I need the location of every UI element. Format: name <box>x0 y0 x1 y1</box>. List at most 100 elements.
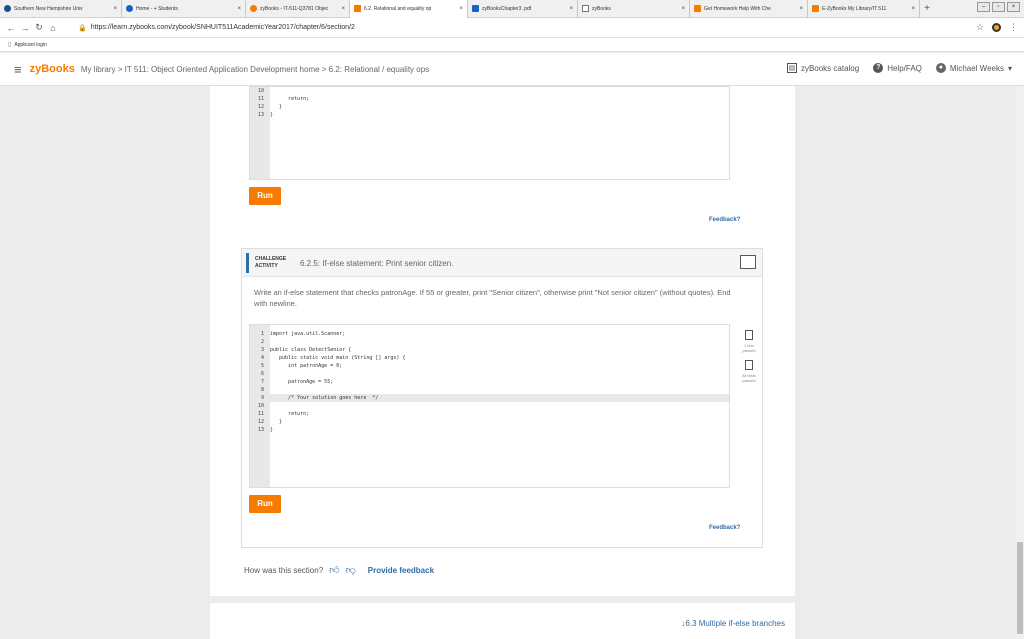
code-text: public class DetectSenior { <box>270 347 352 353</box>
close-icon[interactable]: × <box>337 6 345 12</box>
feedback-link-previous[interactable]: Feedback? <box>709 217 740 223</box>
code-line[interactable]: 7 patronAge = 55; <box>250 378 729 386</box>
code-text: int patronAge = 0; <box>270 363 343 369</box>
breadcrumb[interactable]: My library > IT 511: Object Oriented App… <box>81 65 429 74</box>
code-text: } <box>270 112 274 118</box>
tab-home-students[interactable]: Home - + Students × <box>122 0 246 18</box>
line-number: 3 <box>260 347 264 353</box>
close-icon[interactable]: × <box>455 6 463 12</box>
catalog-icon: ▤ <box>786 63 797 73</box>
bookmark-applicant-login[interactable]: Applicant login <box>14 42 47 48</box>
tab-chapter-pdf[interactable]: zyBooksChapter3 .pdf × <box>468 0 578 18</box>
zybooks-logo[interactable]: zyBooks <box>30 63 75 75</box>
code-text: return; <box>270 411 310 417</box>
code-line[interactable]: 10 <box>250 87 729 95</box>
home-icon[interactable]: ⌂ <box>46 23 60 33</box>
code-line[interactable]: 12 } <box>250 418 729 426</box>
tab-my-library[interactable]: E-ZyBooks My Library/IT 511 × <box>808 0 920 18</box>
chegg-icon <box>812 5 819 12</box>
line-number: 13 <box>257 112 264 118</box>
next-section-link[interactable]: ↓6.3 Multiple if-else branches <box>681 619 785 628</box>
bookmarks-bar: ▯ Applicant login <box>0 38 1024 52</box>
close-icon[interactable]: × <box>795 6 803 12</box>
user-icon: ● <box>935 63 946 73</box>
code-line[interactable]: 13} <box>250 111 729 119</box>
code-line[interactable]: 1 import java.util.Scanner; <box>250 330 729 338</box>
code-editor-previous[interactable]: 10 11 return; 12 } 13} <box>249 86 730 180</box>
provide-feedback-link[interactable]: Provide feedback <box>368 566 434 575</box>
user-menu[interactable]: ● Michael Weeks ▾ <box>935 63 1012 73</box>
code-line[interactable]: 11 return; <box>250 95 729 103</box>
code-text: } <box>270 427 274 433</box>
scrollbar-thumb[interactable] <box>1017 542 1023 634</box>
code-line[interactable]: 4 public static void main (String [] arg… <box>250 354 729 362</box>
close-icon[interactable]: × <box>907 6 915 12</box>
zybooks-icon <box>250 5 257 12</box>
run-button-previous[interactable]: Run <box>249 187 281 205</box>
tab-label: E-ZyBooks My Library/IT 511 <box>822 5 887 12</box>
code-line[interactable]: 3 public class DetectSenior { <box>250 346 729 354</box>
code-text: } <box>270 419 283 425</box>
back-arrow-icon[interactable]: ← <box>4 23 18 33</box>
forward-arrow-icon[interactable]: → <box>18 23 32 33</box>
close-icon[interactable]: × <box>565 6 573 12</box>
thumbs-down-icon[interactable]: 👎︎ <box>346 564 356 576</box>
new-tab-button[interactable]: + <box>920 3 934 14</box>
browser-tab-bar: Southern New Hampshire Univ × Home - + S… <box>0 0 1024 18</box>
user-name: Michael Weeks <box>949 63 1004 73</box>
run-button[interactable]: Run <box>249 495 281 513</box>
code-line[interactable]: 2 <box>250 338 729 346</box>
document-icon: ▯ <box>8 42 12 48</box>
line-number: 10 <box>257 403 264 409</box>
tab-chegg[interactable]: Get Homework Help With Che × <box>690 0 808 18</box>
minimize-icon[interactable]: – <box>977 2 990 12</box>
close-icon[interactable]: × <box>109 6 117 12</box>
code-text: return; <box>270 96 310 102</box>
thumbs-up-icon[interactable]: 👍︎ <box>329 564 339 576</box>
hamburger-menu-icon[interactable]: ≡ <box>14 62 22 77</box>
code-line[interactable]: 5 int patronAge = 0; <box>250 362 729 370</box>
test-checkbox-icon <box>745 330 753 340</box>
code-text: patronAge = 55; <box>270 379 334 385</box>
feedback-link[interactable]: Feedback? <box>709 525 740 531</box>
line-number: 5 <box>260 363 264 369</box>
tab-snhu[interactable]: Southern New Hampshire Univ × <box>0 0 122 18</box>
reload-icon[interactable]: ↻ <box>32 22 46 33</box>
code-line[interactable]: 11 return; <box>250 410 729 418</box>
bookmark-icon[interactable] <box>740 255 756 269</box>
star-icon[interactable]: ☆ <box>976 22 984 33</box>
menu-dots-icon[interactable]: ⋮ <box>1009 22 1018 33</box>
catalog-link[interactable]: ▤ zyBooks catalog <box>786 63 860 73</box>
url-field[interactable]: https://learn.zybooks.com/zybook/SNHUIT5… <box>91 24 355 31</box>
code-line[interactable]: 6 <box>250 370 729 378</box>
chegg-icon <box>694 5 701 12</box>
line-number: 4 <box>260 355 264 361</box>
restore-icon[interactable]: ▫ <box>992 2 1005 12</box>
code-editor-challenge[interactable]: 1 import java.util.Scanner; 2 3 public class… <box>249 324 730 488</box>
extension-icon[interactable] <box>992 23 1001 32</box>
code-line[interactable]: 12 } <box>250 103 729 111</box>
help-link[interactable]: ? Help/FAQ <box>873 63 922 73</box>
close-window-icon[interactable]: × <box>1007 2 1020 12</box>
test-checkbox-icon <box>745 360 753 370</box>
caret-down-icon: ▾ <box>1007 63 1012 73</box>
tab-relational-ops[interactable]: 6.2. Relational and equality op × <box>350 0 468 18</box>
test-status-label: 1 test passed <box>742 343 756 353</box>
line-number: 7 <box>260 379 264 385</box>
test-status-1: 1 test passed <box>740 330 758 353</box>
challenge-tag: CHALLENGE ACTIVITY <box>246 253 286 273</box>
challenge-title: 6.2.5: If-else statement: Print senior c… <box>300 259 454 268</box>
tab-zybooks[interactable]: zyBooks × <box>578 0 690 18</box>
code-line[interactable]: 10 <box>250 402 729 410</box>
code-line[interactable]: 8 <box>250 386 729 394</box>
close-icon[interactable]: × <box>233 6 241 12</box>
tab-zybooks-course[interactable]: zyBooks - IT-511-Q3781 Objec × <box>246 0 350 18</box>
catalog-label: zyBooks catalog <box>800 63 860 73</box>
pdf-icon <box>472 5 479 12</box>
code-text: public static void main (String [] args)… <box>270 355 406 361</box>
close-icon[interactable]: × <box>677 6 685 12</box>
line-number: 2 <box>260 339 264 345</box>
code-line[interactable]: 9 /* Your solution goes here */ <box>250 394 729 402</box>
code-line[interactable]: 13} <box>250 426 729 434</box>
code-text: /* Your solution goes here */ <box>270 395 379 401</box>
